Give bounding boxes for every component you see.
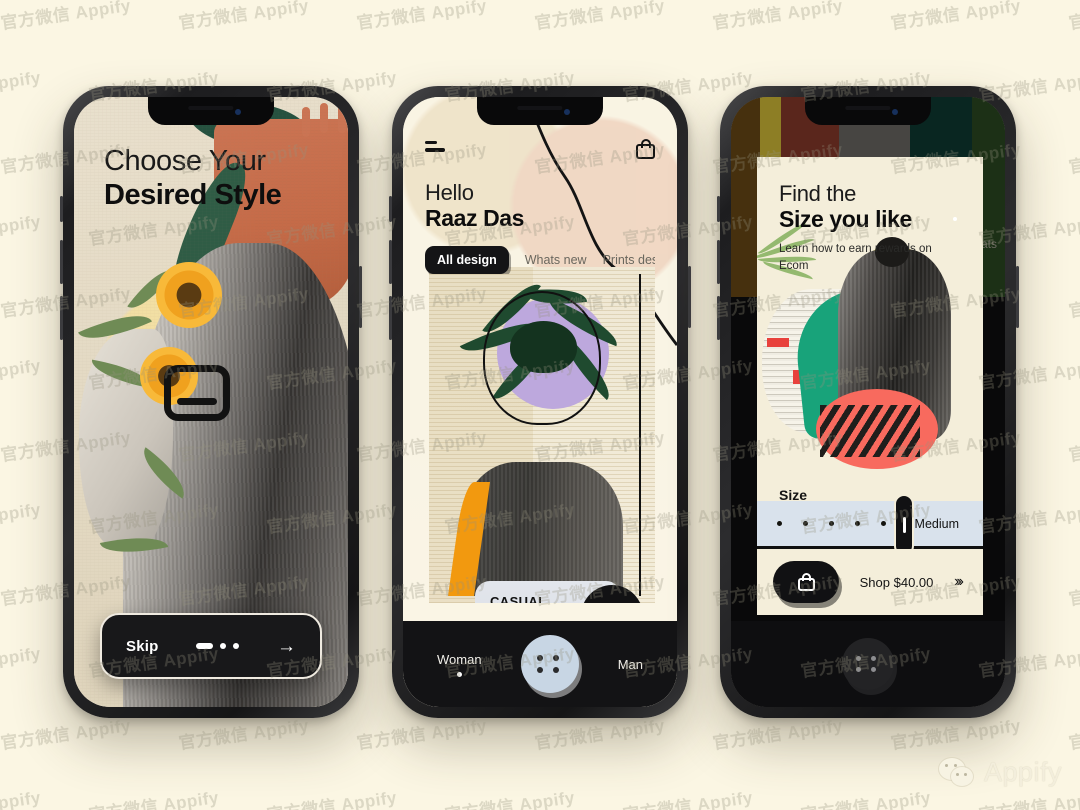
appify-wordmark: Appify — [983, 757, 1062, 787]
modal-subtitle: Learn how to earn rewards on Ecom — [779, 243, 932, 272]
shop-price-label: Shop $40.00 — [859, 574, 934, 590]
tab-prints-design[interactable]: Prints design — [603, 253, 655, 267]
onboarding-footer-bar[interactable]: Skip → — [100, 613, 322, 679]
screenshot-stage: Choose Your Desired Style Skip → Hello R… — [0, 0, 1080, 810]
size-artwork — [757, 218, 983, 469]
product-artwork-card[interactable]: CASUAL CONTRAST TRAINERS $40.00 — [429, 267, 655, 603]
headline-line-2: Desired Style — [104, 179, 282, 211]
phone-mockup-3: hats Find the Size you like Learn how to… — [717, 86, 1019, 718]
phone-2-screen: Hello Raaz Das All design Whats new Prin… — [403, 97, 677, 707]
modal-headline-2: Size you like — [779, 206, 912, 232]
slider-handle[interactable] — [894, 494, 914, 556]
phone-mockup-1: Choose Your Desired Style Skip → — [60, 86, 362, 718]
skip-button[interactable]: Skip — [126, 638, 158, 655]
nav-item-woman[interactable]: Woman — [437, 652, 482, 677]
bottom-nav — [731, 621, 1005, 707]
rounded-square-logo-icon — [164, 365, 231, 422]
shopping-bag-icon — [797, 573, 815, 591]
modal-headline-1: Find the — [779, 181, 857, 206]
home-feed-screen: Hello Raaz Das All design Whats new Prin… — [403, 97, 677, 707]
modal-header: Find the Size you like Learn how to earn… — [757, 157, 983, 274]
size-steps — [757, 521, 886, 526]
wechat-icon — [938, 757, 977, 788]
dot-marker — [953, 217, 957, 221]
four-dots-icon[interactable] — [842, 638, 894, 690]
greeting-block: Hello Raaz Das — [425, 180, 655, 232]
nav-label-man: Man — [617, 656, 643, 672]
appify-brand-logo: Appify — [938, 757, 1062, 788]
phone-1-screen: Choose Your Desired Style Skip → — [74, 97, 348, 707]
shopping-bag-icon[interactable] — [636, 139, 655, 159]
headline-line-1: Choose Your — [104, 145, 266, 177]
hamburger-icon[interactable] — [425, 141, 445, 152]
notch — [804, 97, 932, 125]
next-arrow-icon[interactable]: → — [277, 637, 296, 656]
category-tabs: All design Whats new Prints design Ov — [425, 246, 655, 274]
nav-item-man[interactable]: Man — [618, 657, 643, 672]
tab-whats-new[interactable]: Whats new — [525, 253, 587, 267]
size-selector-screen: hats Find the Size you like Learn how to… — [731, 97, 1005, 707]
size-value: Medium — [914, 516, 959, 531]
four-dots-icon[interactable] — [520, 635, 579, 693]
phone-3-screen: hats Find the Size you like Learn how to… — [731, 97, 1005, 707]
onboarding-headline: Choose Your Desired Style — [104, 145, 282, 212]
size-slider[interactable]: Medium — [757, 494, 983, 556]
notch — [147, 97, 275, 125]
tab-all-design[interactable]: All design — [425, 246, 509, 274]
notch — [476, 97, 604, 125]
greeting-text: Hello — [425, 180, 474, 205]
product-card[interactable]: CASUAL CONTRAST TRAINERS $40.00 — [475, 581, 643, 603]
chevron-right-icon[interactable]: ››› — [954, 573, 967, 591]
user-name: Raaz Das — [425, 205, 525, 231]
bottom-nav: Woman Man — [403, 621, 677, 707]
pager-indicator — [196, 643, 240, 649]
phone-mockup-2: Hello Raaz Das All design Whats new Prin… — [389, 86, 691, 718]
active-dot — [456, 671, 462, 677]
size-modal: Find the Size you like Learn how to earn… — [757, 157, 983, 615]
shop-bar[interactable]: Shop $40.00 ››› — [757, 549, 983, 615]
shop-bag-button[interactable] — [773, 561, 839, 603]
nav-label-woman: Woman — [437, 651, 482, 667]
